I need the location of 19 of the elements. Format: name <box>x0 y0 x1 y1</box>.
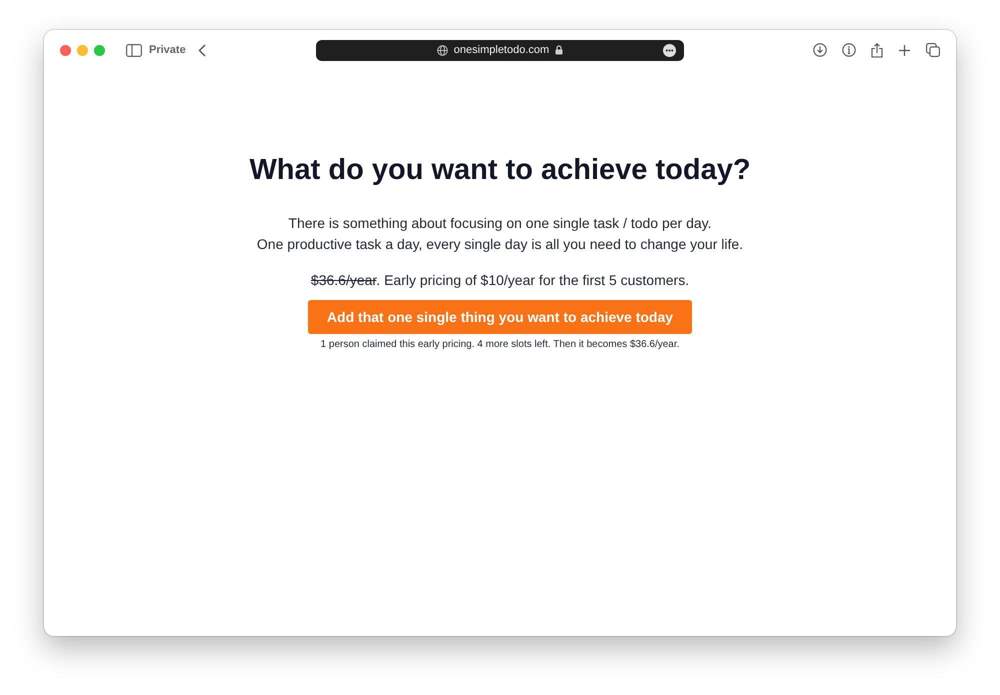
new-tab-icon[interactable] <box>898 44 911 56</box>
info-icon[interactable] <box>842 43 856 57</box>
page-heading: What do you want to achieve today? <box>249 154 751 187</box>
globe-icon <box>436 44 448 56</box>
url-text: onesimpletodo.com <box>454 44 550 56</box>
share-icon[interactable] <box>871 42 883 58</box>
pricing-text: $36.6/year. Early pricing of $10/year for the first 5 customers. <box>310 272 690 288</box>
sidebar-icon[interactable] <box>126 44 142 56</box>
pricing-note: 1 person claimed this early pricing. 4 more slots left. Then it becomes $36.6/year. <box>320 339 680 350</box>
more-icon[interactable] <box>663 44 676 56</box>
tabs-overview-icon[interactable] <box>926 43 940 57</box>
back-icon[interactable] <box>198 44 206 56</box>
intro-text: There is something about focusing on one single task / todo per day. <box>287 214 713 233</box>
address-bar[interactable]: onesimpletodo.com <box>316 40 684 60</box>
close-button[interactable] <box>60 44 71 56</box>
download-icon[interactable] <box>813 43 827 57</box>
intro-text: One productive task a day, every single day is all you need to change your life. <box>256 235 744 254</box>
private-label: Private <box>149 44 186 56</box>
lock-icon <box>555 45 564 55</box>
